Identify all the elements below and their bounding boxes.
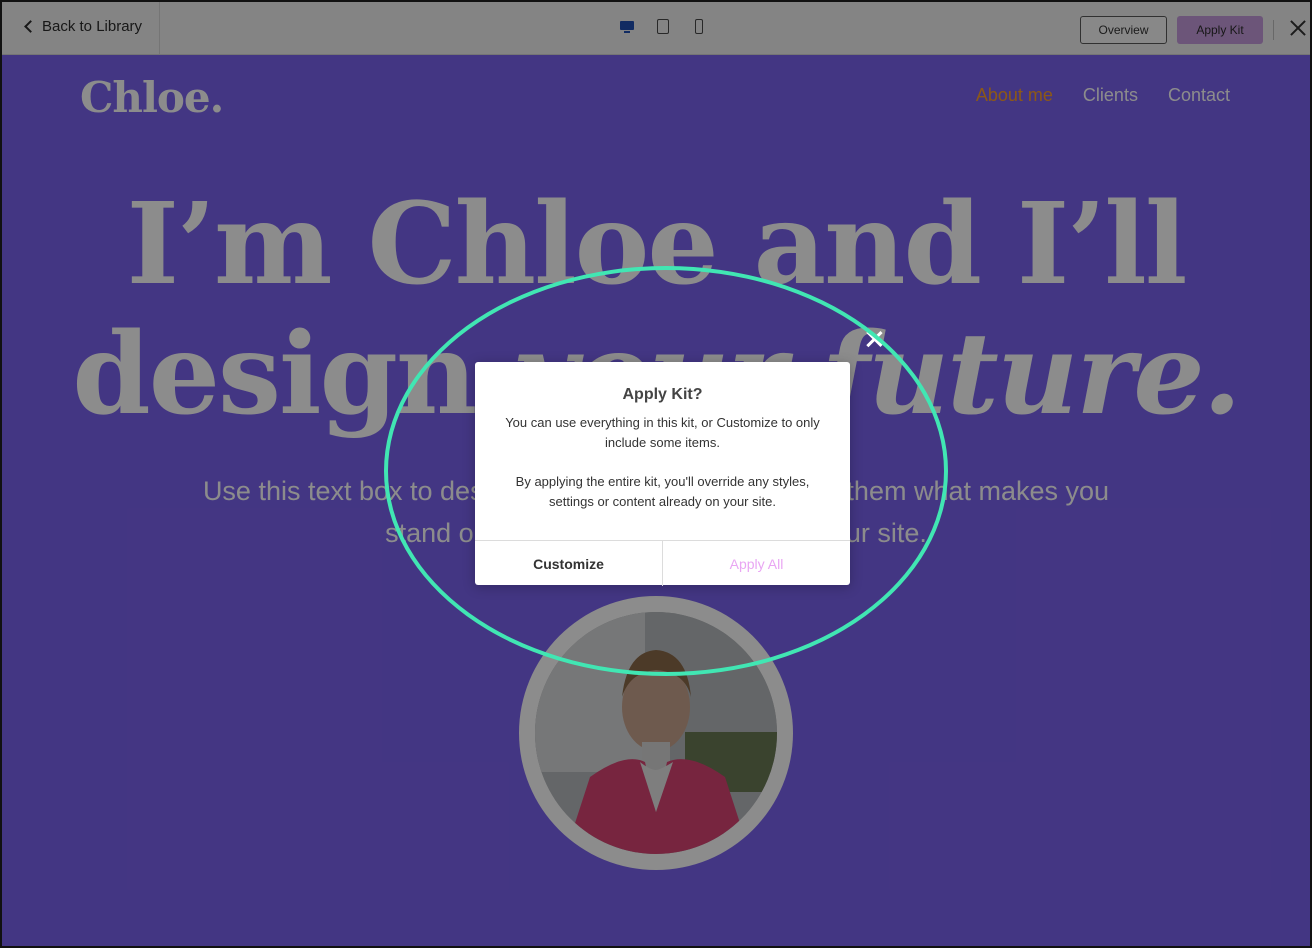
apply-kit-dialog: Apply Kit? You can use everything in thi…: [475, 362, 850, 586]
close-icon[interactable]: [865, 330, 883, 348]
customize-button[interactable]: Customize: [475, 541, 663, 586]
dialog-message: You can use everything in this kit, or C…: [505, 415, 820, 450]
dialog-actions: Customize Apply All: [475, 540, 850, 586]
dialog-warning: By applying the entire kit, you'll overr…: [515, 474, 810, 509]
dialog-title: Apply Kit?: [622, 386, 703, 403]
apply-all-button[interactable]: Apply All: [663, 541, 850, 586]
